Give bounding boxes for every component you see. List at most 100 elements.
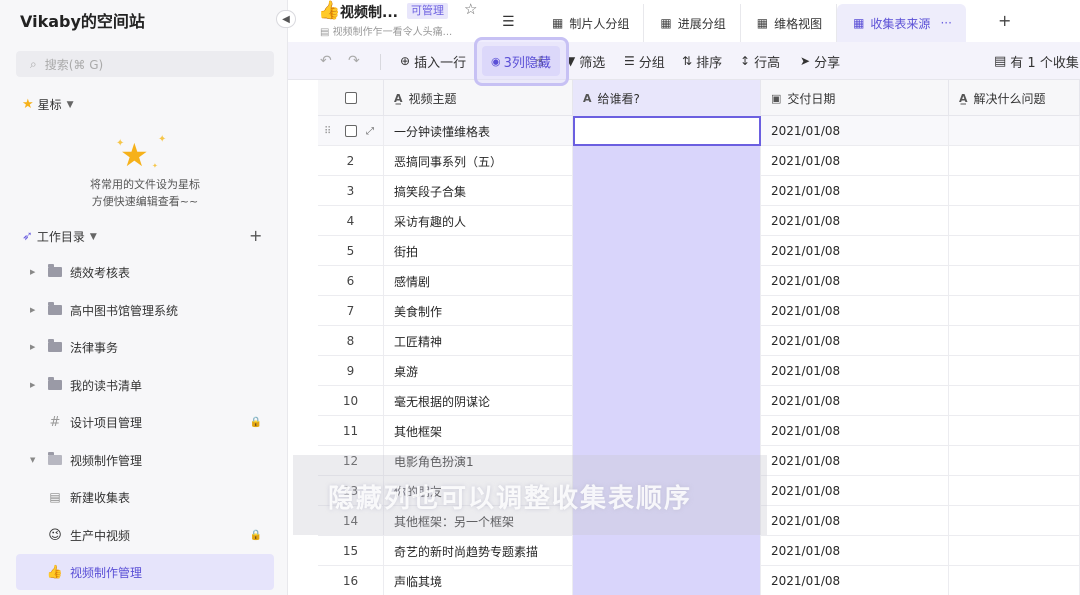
table-row[interactable]: 15 奇艺的新时尚趋势专题素描 2021/01/08 <box>318 536 1080 566</box>
sidebar-item-folder[interactable]: ▶ 法律事务 <box>16 329 274 365</box>
form-info-button[interactable]: ▤ 有 1 个收集 <box>994 42 1079 80</box>
topic-cell[interactable]: 其他框架 <box>384 416 573 446</box>
date-cell[interactable]: 2021/01/08 <box>761 446 949 476</box>
tab-grid-view[interactable]: ▦ 维格视图 <box>741 4 838 42</box>
problem-cell[interactable] <box>949 356 1080 386</box>
table-row[interactable]: 10 毫无根据的阴谋论 2021/01/08 <box>318 386 1080 416</box>
sidebar-item-folder[interactable]: ▶ 绩效考核表 <box>16 254 274 290</box>
row-number-cell[interactable]: 9 <box>318 356 384 386</box>
sidebar-item-datasheet[interactable]: # 设计项目管理 🔒 <box>16 404 274 440</box>
row-number-cell[interactable]: ⠿ ⤢ <box>318 116 384 146</box>
table-row[interactable]: 5 街拍 2021/01/08 <box>318 236 1080 266</box>
problem-cell[interactable] <box>949 416 1080 446</box>
table-row[interactable]: 4 采访有趣的人 2021/01/08 <box>318 206 1080 236</box>
problem-cell[interactable] <box>949 296 1080 326</box>
problem-cell[interactable] <box>949 446 1080 476</box>
drag-handle-icon[interactable]: ⠿ <box>324 126 331 137</box>
audience-cell[interactable] <box>573 176 761 206</box>
filter-button[interactable]: ▼ 筛选 <box>566 42 605 80</box>
share-button[interactable]: ➤ 分享 <box>800 42 840 80</box>
select-all-cell[interactable] <box>318 80 384 116</box>
date-cell[interactable]: 2021/01/08 <box>761 566 949 595</box>
topic-cell[interactable]: 毫无根据的阴谋论 <box>384 386 573 416</box>
audience-cell[interactable] <box>573 386 761 416</box>
topic-cell[interactable]: 声临其境 <box>384 566 573 595</box>
topic-cell[interactable]: 奇艺的新时尚趋势专题素描 <box>384 536 573 566</box>
topic-cell[interactable]: 街拍 <box>384 236 573 266</box>
problem-cell[interactable] <box>949 386 1080 416</box>
problem-cell[interactable] <box>949 206 1080 236</box>
topic-cell[interactable]: 恶搞同事系列（五） <box>384 146 573 176</box>
problem-cell[interactable] <box>949 506 1080 536</box>
date-cell[interactable]: 2021/01/08 <box>761 536 949 566</box>
audience-cell[interactable] <box>573 416 761 446</box>
row-number-cell[interactable]: 5 <box>318 236 384 266</box>
row-number-cell[interactable]: 15 <box>318 536 384 566</box>
row-number-cell[interactable]: 4 <box>318 206 384 236</box>
doc-description[interactable]: ▤ 视频制作乍一看令人头痛... <box>320 23 452 38</box>
problem-cell[interactable] <box>949 116 1080 146</box>
hidden-columns-button[interactable]: ◉ 3列隐藏 <box>482 46 560 76</box>
workspace-header[interactable]: ➶ 工作目录 ▼ <box>22 228 97 245</box>
add-view-button[interactable]: + <box>998 11 1011 30</box>
date-cell[interactable]: 2021/01/08 <box>761 356 949 386</box>
sidebar-item-folder[interactable]: ▶ 高中图书馆管理系统 <box>16 292 274 328</box>
tab-progress-group[interactable]: ▦ 进展分组 <box>644 4 741 42</box>
doc-emoji-icon[interactable]: 👍 <box>318 0 340 21</box>
redo-button[interactable]: ↷ <box>348 42 360 80</box>
row-number-cell[interactable]: 6 <box>318 266 384 296</box>
column-header-problem[interactable]: A̲ 解决什么问题 <box>949 80 1080 116</box>
row-number-cell[interactable]: 10 <box>318 386 384 416</box>
date-cell[interactable]: 2021/01/08 <box>761 296 949 326</box>
audience-cell[interactable] <box>573 206 761 236</box>
add-node-button[interactable]: + <box>249 226 262 245</box>
collapse-sidebar-button[interactable]: ◀ <box>276 10 296 28</box>
row-number-cell[interactable]: 8 <box>318 326 384 356</box>
problem-cell[interactable] <box>949 146 1080 176</box>
date-cell[interactable]: 2021/01/08 <box>761 176 949 206</box>
audience-cell[interactable] <box>573 236 761 266</box>
row-number-cell[interactable]: 11 <box>318 416 384 446</box>
star-toggle-icon[interactable]: ☆ <box>464 0 477 18</box>
row-checkbox[interactable] <box>344 125 357 137</box>
table-row[interactable]: 2 恶搞同事系列（五） 2021/01/08 <box>318 146 1080 176</box>
date-cell[interactable]: 2021/01/08 <box>761 416 949 446</box>
problem-cell[interactable] <box>949 236 1080 266</box>
undo-button[interactable]: ↶ <box>320 42 332 80</box>
problem-cell[interactable] <box>949 476 1080 506</box>
table-row[interactable]: ⠿ ⤢ 一分钟读懂维格表 2021/01/08 <box>318 116 1080 146</box>
sort-button[interactable]: ⇅ 排序 <box>682 42 722 80</box>
table-row[interactable]: 3 搞笑段子合集 2021/01/08 <box>318 176 1080 206</box>
search-input[interactable]: ⌕ 搜索(⌘ G) <box>16 51 274 77</box>
audience-cell[interactable] <box>573 326 761 356</box>
sidebar-item-form[interactable]: ▤ 新建收集表 <box>16 479 274 515</box>
insert-row-button[interactable]: ⊕ 插入一行 <box>400 42 466 80</box>
expand-record-icon[interactable]: ⤢ <box>366 126 374 137</box>
sidebar-item-datasheet[interactable]: 😉 生产中视频 🔒 <box>16 517 274 553</box>
problem-cell[interactable] <box>949 266 1080 296</box>
date-cell[interactable]: 2021/01/08 <box>761 236 949 266</box>
problem-cell[interactable] <box>949 566 1080 595</box>
audience-cell[interactable] <box>573 536 761 566</box>
row-number-cell[interactable]: 7 <box>318 296 384 326</box>
date-cell[interactable]: 2021/01/08 <box>761 206 949 236</box>
sidebar-item-folder-open[interactable]: ▼ 视频制作管理 <box>16 442 274 478</box>
date-cell[interactable]: 2021/01/08 <box>761 146 949 176</box>
date-cell[interactable]: 2021/01/08 <box>761 116 949 146</box>
date-cell[interactable]: 2021/01/08 <box>761 386 949 416</box>
row-number-cell[interactable]: 3 <box>318 176 384 206</box>
audience-cell[interactable] <box>573 266 761 296</box>
more-icon[interactable]: ··· <box>940 16 951 30</box>
tab-form-source[interactable]: ▦ 收集表来源 ··· <box>837 4 966 42</box>
table-row[interactable]: 6 感情剧 2021/01/08 <box>318 266 1080 296</box>
table-row[interactable]: 16 声临其境 2021/01/08 <box>318 566 1080 595</box>
date-cell[interactable]: 2021/01/08 <box>761 266 949 296</box>
table-row[interactable]: 8 工匠精神 2021/01/08 <box>318 326 1080 356</box>
topic-cell[interactable]: 工匠精神 <box>384 326 573 356</box>
audience-cell[interactable] <box>573 296 761 326</box>
topic-cell[interactable]: 搞笑段子合集 <box>384 176 573 206</box>
problem-cell[interactable] <box>949 326 1080 356</box>
column-header-date[interactable]: ▣ 交付日期 <box>761 80 949 116</box>
audience-cell[interactable] <box>573 566 761 595</box>
audience-cell[interactable] <box>573 356 761 386</box>
